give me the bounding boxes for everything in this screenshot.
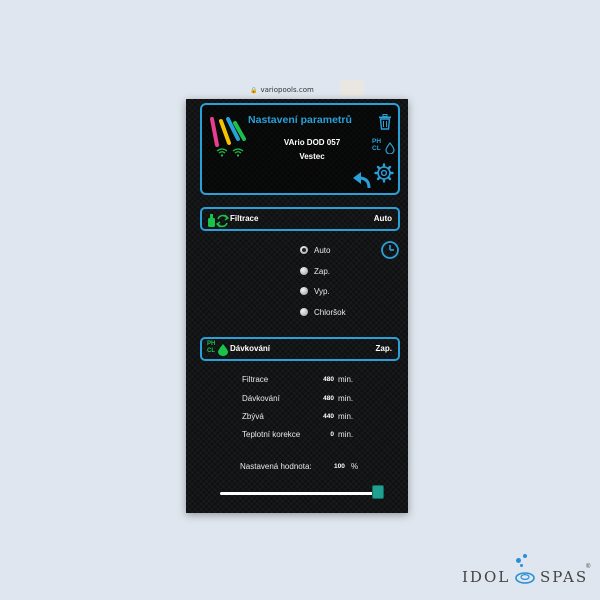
wifi-icon [216,148,228,157]
radio-button[interactable] [300,308,308,316]
setpoint-slider-handle[interactable] [372,485,384,499]
radio-option-auto[interactable]: Auto [300,244,330,256]
filtrace-section-header[interactable]: Filtrace Auto [200,207,400,231]
browser-url-bar[interactable]: 🔒 variopools.com [250,84,350,96]
back-arrow-icon[interactable] [352,171,372,189]
lock-icon: 🔒 [250,86,258,94]
wifi-icon [232,148,244,157]
device-name: VArio DOD 057 [283,138,341,147]
filtration-icon [208,214,229,228]
param-value: 440 [323,413,334,420]
radio-label: Zap. [314,266,331,276]
davkovani-state: Zap. [375,344,392,353]
param-label: Filtrace [242,375,269,384]
radio-label: Vyp. [314,286,330,296]
drop-icon [385,142,395,154]
ph-cl-icon[interactable]: PH CL [372,138,398,158]
filtrace-label: Filtrace [230,214,259,223]
param-label: Zbývá [242,412,264,421]
radio-option-chlorsok[interactable]: Chloršok [300,306,346,318]
gear-icon[interactable] [374,163,394,183]
param-value[interactable]: 480 [316,376,334,383]
device-location: Vestec [299,152,325,161]
param-unit: min. [338,430,354,439]
trash-icon[interactable] [378,114,392,130]
clock-icon[interactable] [380,240,400,260]
brand-word-2: SPAS [540,568,589,586]
param-unit: min. [338,394,354,403]
param-label: Teplotní korekce [242,430,301,439]
davkovani-section-header[interactable]: PH CL Dávkování Zap. [200,337,400,361]
radio-button[interactable] [300,246,308,254]
filtrace-mode: Auto [373,214,392,223]
app-screen: Nastavení parametrů VArio DOD 057 Vestec… [186,99,408,513]
drop-icon [218,344,228,356]
param-unit: min. [338,412,354,421]
brand-dot-icon [516,558,521,563]
radio-button[interactable] [300,287,308,295]
header-card: Nastavení parametrů VArio DOD 057 Vestec… [200,103,400,195]
param-value[interactable]: 480 [316,395,334,402]
brand-dot-icon [523,554,527,558]
setpoint-value: 100 [334,463,345,470]
param-label: Dávkování [242,394,280,403]
davkovani-label: Dávkování [230,344,271,353]
setpoint-unit: % [351,462,359,471]
browser-tab-thumbnail[interactable] [340,80,364,96]
brand-logo: IDOL SPAS ® [462,554,592,594]
brand-dot-icon [520,564,523,567]
water-splash-icon [515,572,535,584]
registered-mark: ® [586,564,591,570]
dosing-icon: PH CL [207,341,229,357]
radio-button[interactable] [300,267,308,275]
setpoint-label: Nastavená hodnota: [240,462,312,471]
param-unit: min. [338,375,354,384]
radio-label: Chloršok [314,307,346,317]
radio-label: Auto [314,245,331,255]
page-title: Nastavení parametrů [248,114,352,126]
browser-url: variopools.com [260,86,314,94]
radio-option-zap[interactable]: Zap. [300,265,330,277]
param-value[interactable]: 0 [316,431,334,438]
brand-word-1: IDOL [462,568,511,586]
radio-option-vyp[interactable]: Vyp. [300,285,330,297]
setpoint-slider-track[interactable] [220,492,384,495]
